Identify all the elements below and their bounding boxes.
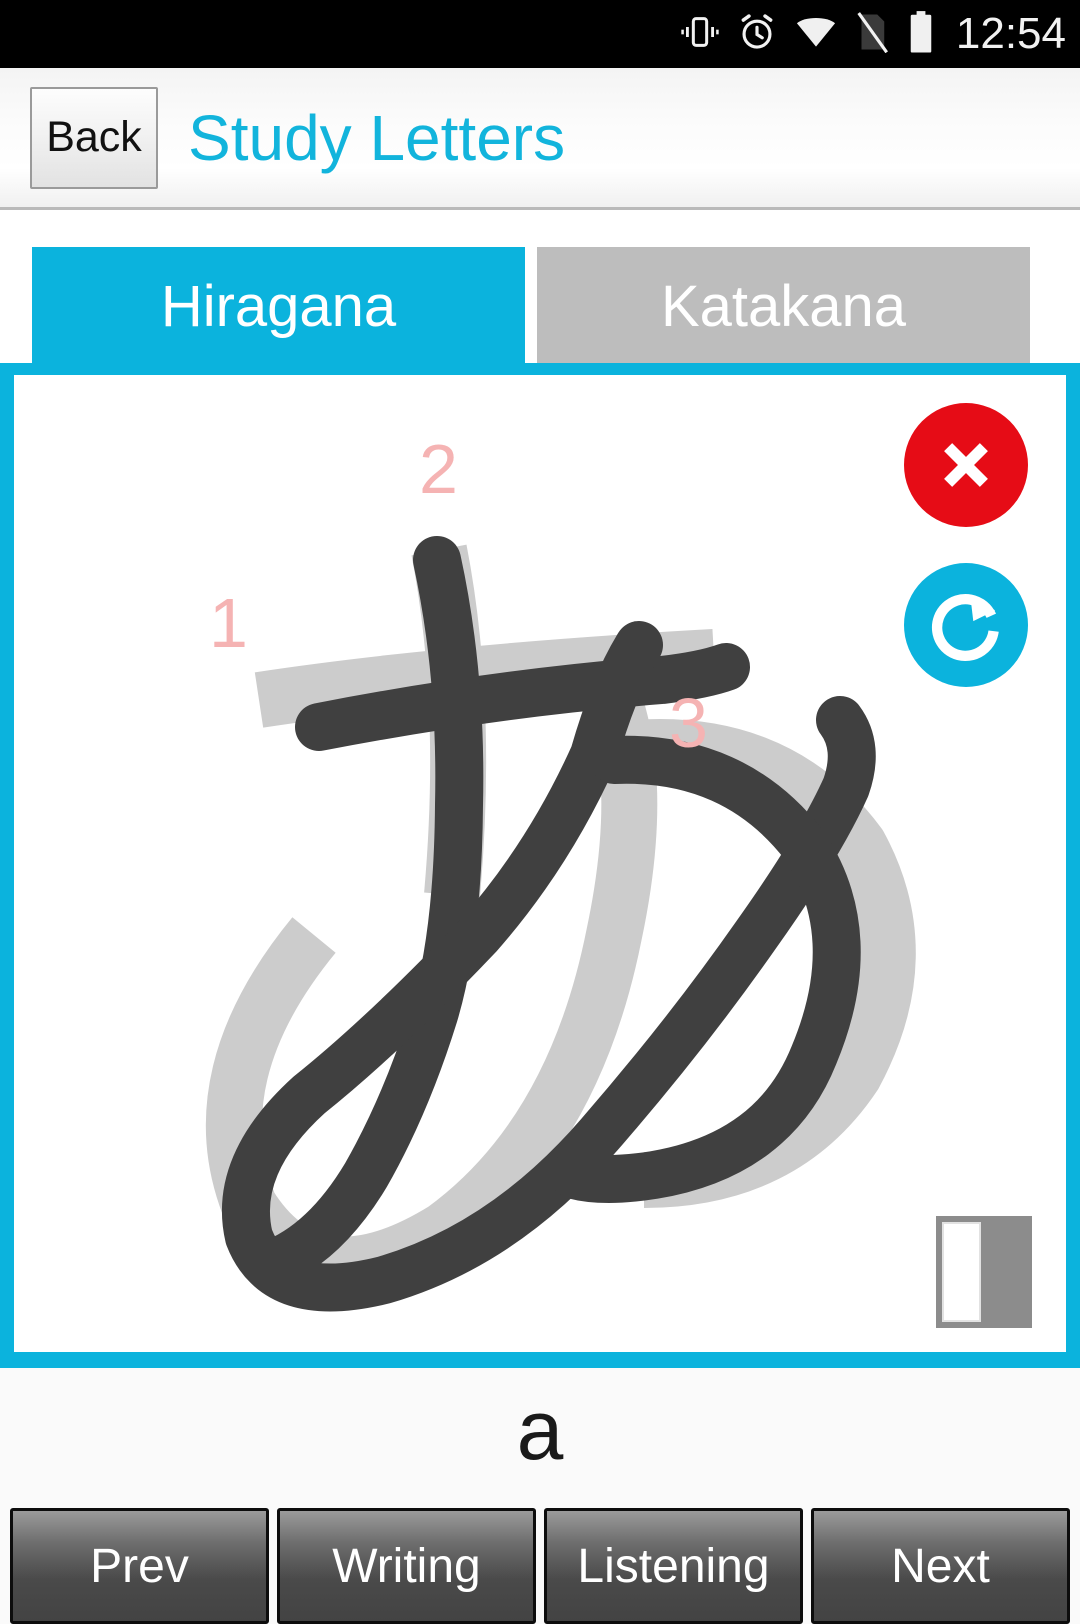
redo-button[interactable] xyxy=(904,563,1028,687)
close-icon xyxy=(944,443,988,487)
vibrate-icon xyxy=(680,12,720,57)
listening-button[interactable]: Listening xyxy=(544,1508,803,1624)
action-bar: Back Study Letters xyxy=(0,68,1080,210)
stroke-number-3: 3 xyxy=(669,684,708,762)
writing-canvas-frame: 1 2 3 xyxy=(0,363,1080,1368)
listening-button-label: Listening xyxy=(577,1539,770,1593)
tab-hiragana[interactable]: Hiragana xyxy=(32,247,525,365)
writing-button-label: Writing xyxy=(332,1539,481,1593)
no-sim-icon xyxy=(854,11,890,58)
next-button[interactable]: Next xyxy=(811,1508,1070,1624)
page-indicator-current xyxy=(942,1222,982,1322)
bottom-area: a Prev Writing Listening Next xyxy=(0,1368,1080,1624)
page-indicator[interactable] xyxy=(936,1216,1032,1328)
tab-katakana[interactable]: Katakana xyxy=(537,247,1030,365)
clear-button[interactable] xyxy=(904,403,1028,527)
nav-button-bar: Prev Writing Listening Next xyxy=(0,1508,1080,1624)
back-button[interactable]: Back xyxy=(30,86,158,189)
prev-button-label: Prev xyxy=(90,1539,189,1593)
tab-hiragana-label: Hiragana xyxy=(160,273,397,339)
status-icon-group xyxy=(680,10,936,59)
prev-button[interactable]: Prev xyxy=(10,1508,269,1624)
tab-katakana-label: Katakana xyxy=(660,273,907,339)
tab-bar: Hiragana Katakana xyxy=(0,213,1080,365)
character-strokes: 1 2 3 xyxy=(205,430,916,1312)
stroke-number-2: 2 xyxy=(419,430,458,508)
romaji-label: a xyxy=(516,1383,564,1477)
page-title: Study Letters xyxy=(188,101,566,174)
wifi-icon xyxy=(794,12,838,57)
next-button-label: Next xyxy=(891,1539,990,1593)
stroke-number-1: 1 xyxy=(209,584,248,662)
writing-button[interactable]: Writing xyxy=(277,1508,536,1624)
writing-canvas[interactable]: 1 2 3 xyxy=(14,375,1066,1352)
refresh-icon xyxy=(931,594,999,662)
status-time: 12:54 xyxy=(955,9,1066,58)
status-bar: 12:54 xyxy=(0,0,1080,68)
alarm-icon xyxy=(736,11,778,58)
battery-icon xyxy=(906,10,936,59)
